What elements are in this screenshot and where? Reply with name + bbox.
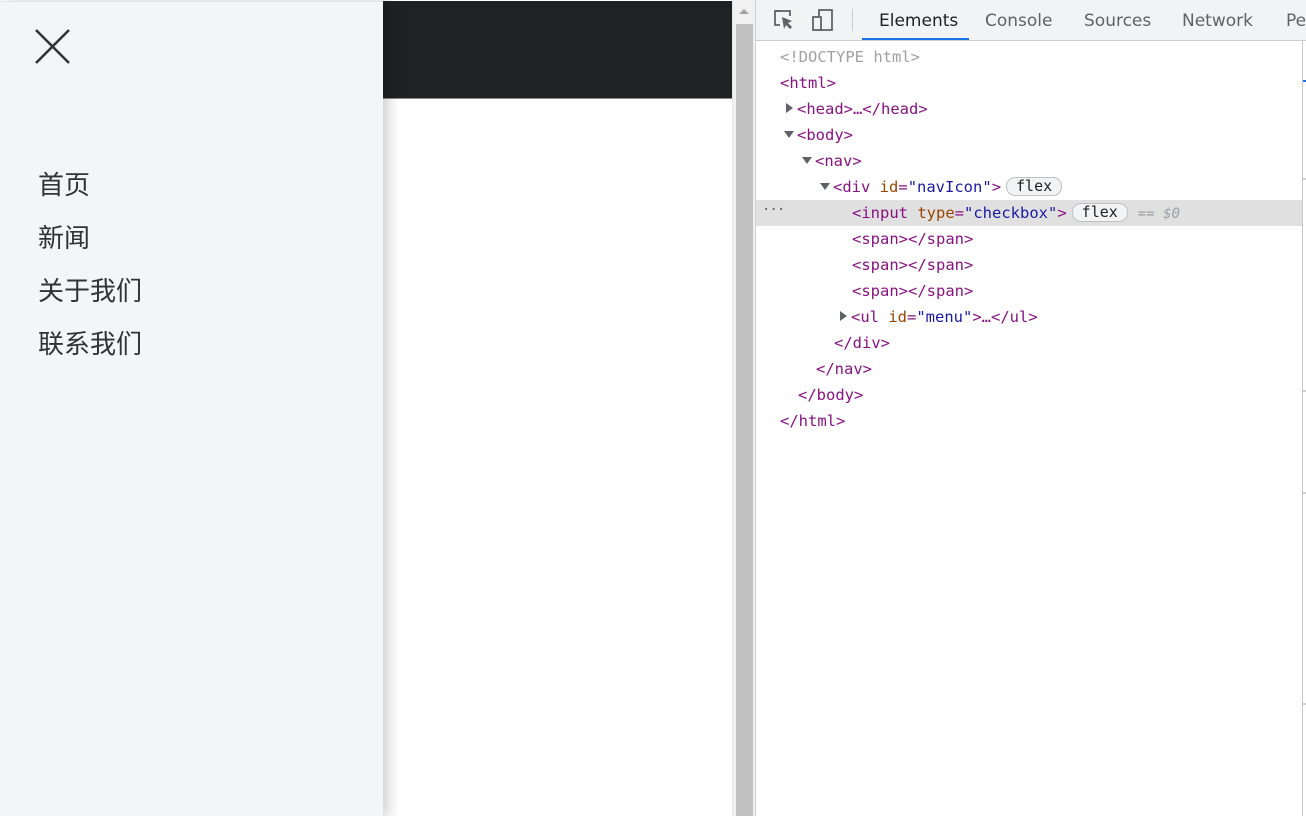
dom-node-span[interactable]: <span></span> xyxy=(756,278,1302,304)
dom-node-div-close[interactable]: </div> xyxy=(756,330,1302,356)
attr-name: id xyxy=(879,178,899,196)
dom-node-doctype[interactable]: <!DOCTYPE html> xyxy=(756,44,1302,70)
head-tag: <head>…</head> xyxy=(797,100,928,118)
devtools-panel: Elements Console Sources Network Per <!D… xyxy=(755,0,1306,816)
dom-node-input-selected[interactable]: ··· <input type="checkbox"> flex == $0 xyxy=(756,200,1302,226)
nav-menu: 首页 新闻 关于我们 联系我们 xyxy=(38,160,142,372)
ul-close-tag: >…</ul> xyxy=(972,308,1038,326)
attr-name: id xyxy=(888,308,907,326)
flex-badge[interactable]: flex xyxy=(1071,203,1128,222)
scroll-up-arrow-icon[interactable] xyxy=(739,9,749,14)
div-close-tag: </div> xyxy=(834,334,890,352)
div-tag: <div xyxy=(833,178,880,196)
selected-node-marker: == $0 xyxy=(1137,206,1180,222)
dom-node-span[interactable]: <span></span> xyxy=(756,252,1302,278)
device-toolbar-button[interactable] xyxy=(811,8,835,32)
expand-triangle-icon[interactable] xyxy=(786,103,793,113)
attr-equals: = xyxy=(954,204,964,222)
tab-performance[interactable]: Per xyxy=(1286,0,1306,40)
dom-node-body-close[interactable]: </body> xyxy=(756,382,1302,408)
tag-bracket: > xyxy=(991,178,1002,196)
attr-value: "checkbox" xyxy=(964,204,1058,222)
dom-node-nav[interactable]: <nav> xyxy=(756,148,1302,174)
inspect-element-icon xyxy=(774,10,792,29)
flex-badge[interactable]: flex xyxy=(1006,177,1063,196)
collapse-triangle-icon[interactable] xyxy=(802,157,812,164)
attr-equals: = xyxy=(898,178,908,196)
dom-node-html[interactable]: <html> xyxy=(756,70,1302,96)
attr-value: "menu" xyxy=(916,308,973,326)
dom-node-span[interactable]: <span></span> xyxy=(756,226,1302,252)
attr-equals: = xyxy=(907,308,917,326)
dom-node-div-navicon[interactable]: <div id="navIcon"> flex xyxy=(756,174,1302,200)
tab-elements[interactable]: Elements xyxy=(879,0,958,40)
nav-open-tag: <nav> xyxy=(815,152,862,170)
span-tag: <span></span> xyxy=(852,256,974,274)
page-scrollbar[interactable] xyxy=(732,0,755,816)
nav-drawer: 首页 新闻 关于我们 联系我们 xyxy=(0,1,383,816)
close-menu-button[interactable] xyxy=(34,28,72,66)
attr-name: type xyxy=(917,204,955,222)
input-tag: <input xyxy=(852,204,918,222)
attr-value: "navIcon" xyxy=(907,178,992,196)
more-options-icon[interactable]: ··· xyxy=(762,197,785,223)
dom-node-html-close[interactable]: </html> xyxy=(756,408,1302,434)
page-content xyxy=(383,99,732,816)
body-open-tag: <body> xyxy=(797,126,853,144)
collapse-triangle-icon[interactable] xyxy=(820,183,830,190)
body-close-tag: </body> xyxy=(798,386,864,404)
menu-item-about[interactable]: 关于我们 xyxy=(38,266,142,319)
html-open-tag: <html> xyxy=(780,74,836,92)
tag-bracket: > xyxy=(1057,204,1067,222)
dom-node-nav-close[interactable]: </nav> xyxy=(756,356,1302,382)
tab-console[interactable]: Console xyxy=(985,0,1053,40)
expand-triangle-icon[interactable] xyxy=(840,311,847,321)
panel-splitter[interactable] xyxy=(1302,41,1303,816)
active-tab-indicator xyxy=(862,38,969,40)
scrollbar-thumb[interactable] xyxy=(736,24,753,816)
ul-tag: <ul xyxy=(851,308,889,326)
dom-node-ul-menu[interactable]: <ul id="menu">…</ul> xyxy=(756,304,1302,330)
html-close-tag: </html> xyxy=(780,412,846,430)
dom-node-head[interactable]: <head>…</head> xyxy=(756,96,1302,122)
device-toolbar-icon xyxy=(812,9,833,31)
doctype-text: <!DOCTYPE html> xyxy=(780,48,920,66)
span-tag: <span></span> xyxy=(852,230,974,248)
dom-node-body[interactable]: <body> xyxy=(756,122,1302,148)
nav-close-tag: </nav> xyxy=(816,360,872,378)
devtools-toolbar: Elements Console Sources Network Per xyxy=(756,0,1306,41)
collapse-triangle-icon[interactable] xyxy=(784,131,794,138)
dom-tree: <!DOCTYPE html> <html> <head>…</head> <b… xyxy=(756,44,1302,434)
page-viewport: 首页 新闻 关于我们 联系我们 xyxy=(0,0,732,816)
menu-item-news[interactable]: 新闻 xyxy=(38,213,142,266)
menu-item-contact[interactable]: 联系我们 xyxy=(38,319,142,372)
span-tag: <span></span> xyxy=(852,282,974,300)
page-header-bar xyxy=(383,1,732,99)
close-x-icon xyxy=(35,29,70,64)
inspect-element-button[interactable] xyxy=(772,8,796,32)
tab-sources[interactable]: Sources xyxy=(1084,0,1151,40)
tab-network[interactable]: Network xyxy=(1182,0,1253,40)
toolbar-separator xyxy=(852,9,853,31)
menu-item-home[interactable]: 首页 xyxy=(38,160,142,213)
